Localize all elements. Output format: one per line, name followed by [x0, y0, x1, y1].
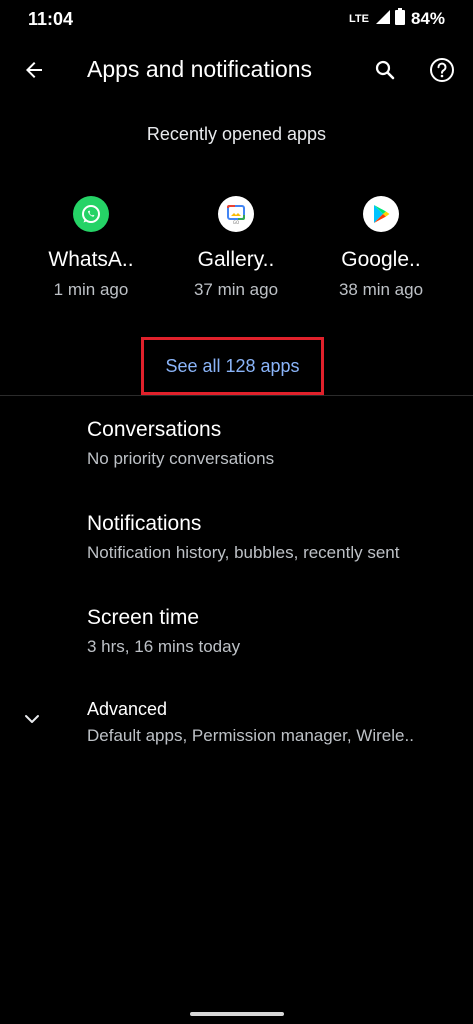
chevron-down-icon: [20, 707, 44, 731]
gallery-go-icon: GO: [218, 196, 254, 232]
recent-app-gallery[interactable]: GO Gallery.. 37 min ago: [171, 190, 301, 310]
help-button[interactable]: [424, 52, 460, 88]
gesture-nav-handle[interactable]: [190, 1012, 284, 1016]
help-icon: [430, 58, 454, 82]
recent-app-time: 38 min ago: [338, 280, 424, 299]
menu-item-notifications[interactable]: Notifications Notification history, bubb…: [0, 512, 473, 592]
menu-item-summary: Notification history, bubbles, recently …: [87, 543, 400, 562]
recent-app-name: Google..: [341, 248, 421, 271]
network-type: LTE: [349, 13, 369, 25]
recent-app-name: WhatsA..: [48, 248, 134, 271]
menu-item-title: Advanced: [87, 699, 168, 719]
status-bar: 11:04 LTE 84%: [0, 0, 473, 40]
search-icon: [375, 60, 395, 80]
menu-item-summary: No priority conversations: [87, 449, 275, 468]
menu-item-summary: 3 hrs, 16 mins today: [87, 637, 241, 656]
recent-app-whatsapp[interactable]: WhatsA.. 1 min ago: [26, 190, 156, 310]
menu-item-screen-time[interactable]: Screen time 3 hrs, 16 mins today: [0, 606, 473, 686]
whatsapp-icon: [73, 196, 109, 232]
see-all-apps-button[interactable]: See all 128 apps: [165, 356, 299, 377]
google-play-icon: [363, 196, 399, 232]
page-title: Apps and notifications: [87, 56, 313, 82]
see-all-highlight-box: See all 128 apps: [141, 337, 324, 395]
menu-item-title: Notifications: [87, 512, 202, 535]
menu-item-title: Conversations: [87, 418, 222, 441]
status-time: 11:04: [28, 9, 74, 29]
menu-item-summary: Default apps, Permission manager, Wirele…: [87, 726, 414, 745]
app-bar: Apps and notifications: [0, 40, 473, 100]
recent-apps-header: Recently opened apps: [146, 124, 327, 144]
back-button[interactable]: [16, 52, 52, 88]
recent-app-name: Gallery..: [197, 248, 275, 271]
signal-icon: [375, 9, 391, 30]
arrow-back-icon: [26, 62, 42, 78]
recent-app-time: 1 min ago: [53, 280, 129, 299]
battery-icon: [394, 8, 405, 30]
menu-item-conversations[interactable]: Conversations No priority conversations: [0, 418, 473, 498]
svg-text:GO: GO: [233, 220, 239, 225]
status-indicators: LTE 84%: [349, 8, 445, 30]
recent-app-time: 37 min ago: [193, 280, 279, 299]
recent-app-google-play[interactable]: Google.. 38 min ago: [316, 190, 446, 310]
battery-percentage: 84%: [410, 9, 445, 28]
menu-item-title: Screen time: [87, 606, 200, 629]
menu-item-advanced[interactable]: Advanced Default apps, Permission manage…: [0, 699, 473, 779]
divider: [0, 395, 473, 396]
search-button[interactable]: [367, 52, 403, 88]
